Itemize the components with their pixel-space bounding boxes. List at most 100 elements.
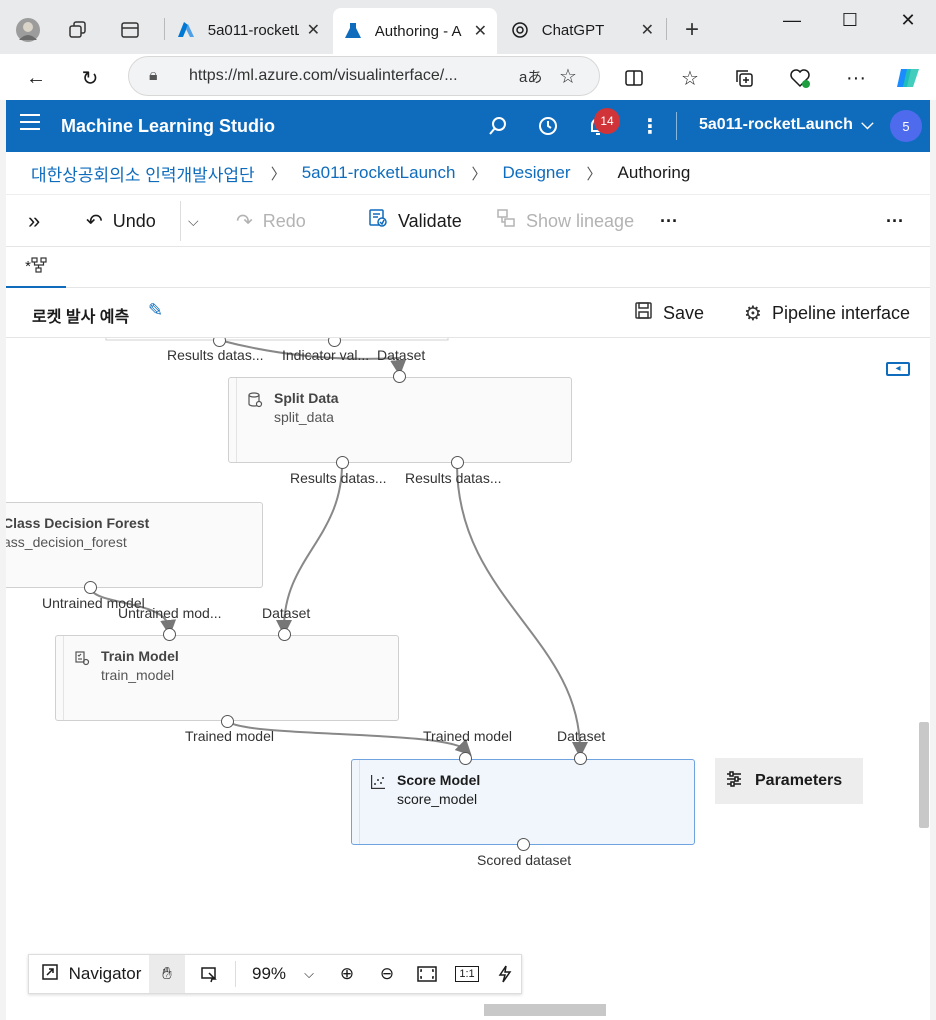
show-lineage-button[interactable]: Show lineage (496, 205, 634, 237)
actual-size-label: 1:1 (455, 966, 479, 982)
favorite-star-icon[interactable]: ☆ (559, 64, 599, 89)
partial-node-edge (105, 338, 449, 341)
select-pointer-icon[interactable] (189, 955, 229, 993)
redo-button[interactable]: ↷ Redo (236, 205, 306, 237)
fit-to-screen-icon[interactable] (407, 955, 447, 993)
toolbar-more-button[interactable]: ··· (660, 205, 678, 237)
output-port[interactable] (451, 456, 464, 469)
vertical-scrollbar[interactable] (919, 722, 929, 828)
actual-size-button[interactable]: 1:1 (447, 955, 487, 993)
undo-button[interactable]: ↶ Undo (86, 205, 156, 237)
pipeline-interface-button[interactable]: ⚙ Pipeline interface (744, 300, 910, 326)
workspace-selector[interactable]: 5a011-rocketLaunch ⌵ (699, 116, 873, 134)
validate-icon (368, 208, 388, 234)
validate-label: Validate (398, 210, 462, 231)
output-port[interactable] (221, 715, 234, 728)
zoom-in-icon[interactable]: ⊕ (327, 955, 367, 993)
node-train-model[interactable]: Train Model train_model (55, 635, 399, 721)
redo-label: Redo (262, 210, 306, 231)
save-label: Save (663, 302, 705, 323)
read-aloud-icon[interactable]: aあ (519, 66, 559, 87)
input-port[interactable] (574, 752, 587, 765)
favorites-icon[interactable]: ☆ (674, 62, 706, 94)
copilot-icon[interactable] (892, 62, 924, 94)
horizontal-scrollbar[interactable] (484, 1004, 606, 1016)
split-screen-icon[interactable] (618, 62, 650, 94)
undo-dropdown-chevron-icon[interactable]: ⌵ (188, 205, 199, 237)
azure-ml-flask-icon (343, 21, 363, 41)
port-label: Dataset (377, 347, 426, 363)
toolbar-overflow-button[interactable]: ··· (886, 205, 904, 237)
breadcrumb-item-workspace[interactable]: 5a011-rocketLaunch (302, 163, 456, 183)
parameters-button[interactable]: Parameters (715, 758, 863, 804)
browser-essentials-icon[interactable] (784, 62, 816, 94)
address-bar[interactable]: 🔒︎ https://ml.azure.com/visualinterface/… (128, 56, 600, 96)
port-label: Results datas... (290, 470, 387, 486)
hamburger-menu-icon[interactable] (20, 114, 40, 135)
node-subtitle: score_model (397, 791, 478, 807)
close-tab-icon[interactable]: ✕ (307, 20, 320, 40)
output-port[interactable] (336, 456, 349, 469)
output-port[interactable] (84, 581, 97, 594)
close-tab-icon[interactable]: ✕ (474, 21, 487, 41)
close-tab-icon[interactable]: ✕ (641, 20, 654, 40)
settings-more-icon[interactable]: ··· (840, 62, 872, 94)
input-port[interactable] (163, 628, 176, 641)
history-clock-icon[interactable] (534, 112, 562, 140)
node-name: Train Model (101, 648, 179, 664)
tab-title: 5a011-rocketL (207, 21, 299, 39)
user-avatar[interactable]: 5 (890, 110, 922, 142)
input-port[interactable] (393, 370, 406, 383)
collapse-panel-icon[interactable]: ◂ (886, 362, 910, 376)
browser-tab-authoring[interactable]: Authoring - A ✕ (333, 8, 497, 54)
save-button[interactable]: Save (634, 300, 704, 326)
node-name: Score Model (397, 772, 481, 788)
redo-icon: ↷ (236, 210, 253, 233)
profile-avatar[interactable] (10, 12, 46, 48)
refresh-icon[interactable]: ↻ (74, 62, 106, 94)
lineage-icon (496, 208, 516, 234)
app-header: Machine Learning Studio ⋮ 5a011-rocketLa… (6, 100, 930, 152)
search-icon[interactable] (484, 112, 512, 140)
zoom-level: 99% (251, 964, 287, 983)
zoom-out-icon[interactable]: ⊖ (367, 955, 407, 993)
designer-canvas[interactable]: Results datas... Indicator val... Datase… (6, 338, 930, 1020)
browser-tab-chatgpt[interactable]: ChatGPT ✕ (500, 10, 664, 50)
collections-icon[interactable] (728, 62, 760, 94)
more-options-icon[interactable]: ⋮ (636, 112, 664, 140)
edit-pencil-icon[interactable]: ✎ (148, 300, 163, 321)
node-name: Class Decision Forest (6, 515, 150, 531)
breadcrumb-item-designer[interactable]: Designer (502, 163, 570, 183)
input-port[interactable] (278, 628, 291, 641)
validate-button[interactable]: Validate (368, 205, 462, 237)
address-bar-row: ← ↻ 🔒︎ https://ml.azure.com/visualinterf… (0, 54, 936, 100)
node-split-data[interactable]: Split Data split_data (228, 377, 572, 463)
app-brand[interactable]: Machine Learning Studio (61, 116, 275, 137)
node-score-model[interactable]: Score Model score_model (351, 759, 695, 845)
breadcrumb-item-org[interactable]: 대한상공회의소 인력개발사업단 (31, 161, 255, 186)
pan-hand-icon[interactable]: ✋︎ (149, 955, 185, 993)
back-icon[interactable]: ← (20, 62, 52, 94)
port-label: Untrained mod... (118, 605, 222, 621)
auto-layout-icon[interactable] (487, 955, 523, 993)
output-port[interactable] (517, 838, 530, 851)
pipeline-tab[interactable]: * (6, 247, 66, 288)
chevron-right-icon: 〉 (270, 165, 286, 183)
pipeline-tabs: * (6, 246, 930, 288)
expand-panel-icon[interactable]: » (28, 205, 40, 237)
workspaces-icon[interactable] (60, 12, 96, 48)
zoom-dropdown-chevron-icon[interactable]: ⌵ (295, 955, 323, 993)
close-window-icon[interactable]: ✕ (886, 10, 930, 31)
pipeline-title-row: 로켓 발사 예측 ✎ Save ⚙ Pipeline interface (6, 288, 930, 338)
breadcrumb: 대한상공회의소 인력개발사업단 〉 5a011-rocketLaunch 〉 D… (6, 152, 930, 194)
lock-icon: 🔒︎ (149, 67, 158, 84)
navigator-button[interactable]: Navigator (35, 955, 147, 993)
workspace-name: 5a011-rocketLaunch (699, 116, 853, 133)
vertical-tabs-icon[interactable] (112, 12, 148, 48)
node-class-decision-forest[interactable]: Class Decision Forest ass_decision_fores… (6, 502, 263, 588)
minimize-icon[interactable]: — (770, 10, 814, 31)
input-port[interactable] (459, 752, 472, 765)
maximize-icon[interactable]: ☐ (828, 10, 872, 31)
browser-tab-azure[interactable]: 5a011-rocketL ✕ (166, 10, 330, 50)
new-tab-icon[interactable]: + (674, 12, 710, 48)
